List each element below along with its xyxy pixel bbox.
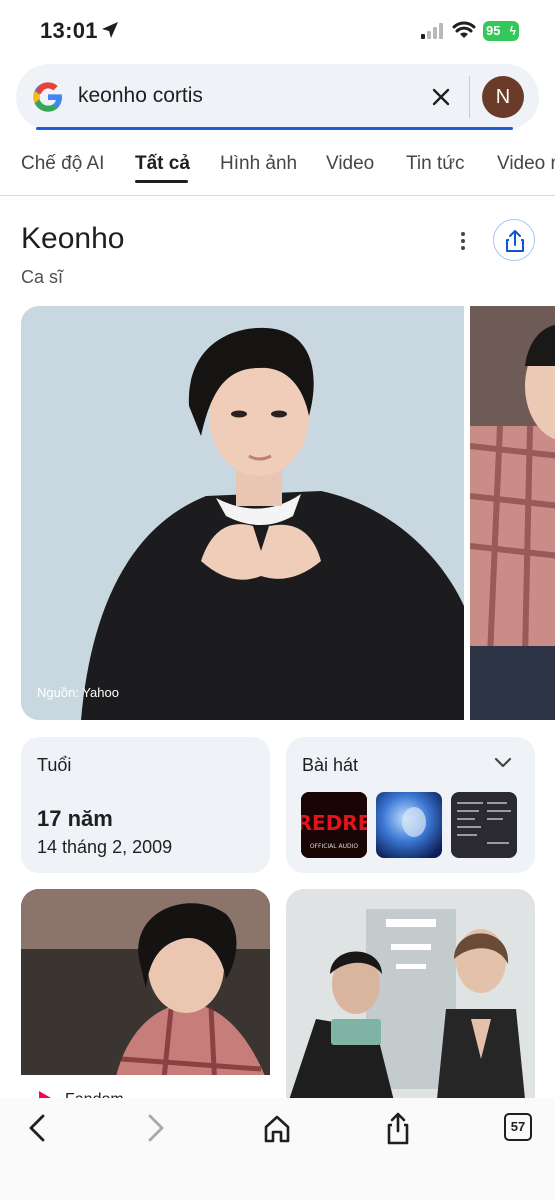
search-focus-underline [36, 127, 513, 130]
tab-video[interactable]: Video [326, 153, 374, 175]
song-cover-redred: REDRE OFFICIAL AUDIO [301, 792, 367, 858]
back-icon[interactable] [15, 1110, 59, 1146]
age-label: Tuổi [37, 755, 72, 775]
active-tab-indicator [135, 180, 188, 183]
chevron-down-icon[interactable] [493, 755, 513, 769]
charging-bolt-icon: ϟ [509, 24, 516, 38]
search-tabs: Chế độ AI Tất cả Hình ảnh Video Tin tức … [0, 146, 555, 196]
share-icon [506, 230, 524, 252]
cover-subtitle: OFFICIAL AUDIO [310, 843, 359, 850]
song-thumbnail[interactable] [451, 792, 517, 858]
song-thumbnail[interactable] [376, 792, 442, 858]
birth-date: 14 tháng 2, 2009 [37, 837, 173, 857]
tab-news[interactable]: Tin tức [406, 153, 464, 175]
more-options-icon[interactable] [452, 230, 474, 252]
browser-toolbar: 57 [0, 1098, 555, 1200]
search-divider [469, 76, 470, 118]
battery-level: 95 [486, 23, 501, 38]
clear-icon[interactable] [428, 84, 454, 110]
battery-indicator: 95 ϟ [483, 21, 519, 41]
entity-main-photo[interactable]: Nguồn: Yahoo [21, 306, 464, 720]
tab-images[interactable]: Hình ảnh [220, 153, 297, 175]
google-logo-icon [33, 82, 62, 112]
tab-all[interactable]: Tất cả [135, 153, 190, 175]
song-thumbnail[interactable]: REDRE OFFICIAL AUDIO [301, 792, 367, 858]
home-icon[interactable] [255, 1110, 299, 1146]
secondary-portrait-illustration [470, 306, 555, 720]
group-photo [286, 889, 535, 1109]
cellular-signal-icon [421, 23, 443, 39]
account-avatar[interactable]: N [482, 76, 524, 118]
status-time: 13:01 [40, 18, 98, 43]
tab-short-video[interactable]: Video n [497, 153, 555, 175]
image-source: Nguồn: Yahoo [37, 685, 119, 700]
forward-icon[interactable] [134, 1110, 178, 1146]
age-card[interactable]: Tuổi 17 năm 14 tháng 2, 2009 [21, 737, 270, 873]
share-page-icon[interactable] [376, 1110, 420, 1146]
songs-card[interactable]: Bài hát REDRE OFFICIAL AUDIO [286, 737, 535, 873]
song-cover-tracklist [451, 792, 517, 858]
fandom-result-card[interactable]: Fandom [21, 889, 270, 1109]
wifi-icon [452, 21, 476, 38]
cover-title: REDRE [301, 811, 367, 835]
search-input[interactable]: keonho cortis [78, 84, 203, 108]
entity-subtitle: Ca sĩ [21, 267, 64, 287]
location-arrow-icon [102, 22, 118, 38]
group-photo-card[interactable] [286, 889, 535, 1109]
song-cover-blue [376, 792, 442, 858]
songs-label: Bài hát [302, 755, 359, 775]
tab-ai-mode[interactable]: Chế độ AI [21, 153, 104, 175]
share-button[interactable] [493, 219, 535, 261]
status-bar: 13:01 95 ϟ [0, 0, 555, 62]
search-bar[interactable]: keonho cortis N [16, 64, 539, 130]
entity-title: Keonho [21, 222, 125, 255]
entity-secondary-photo[interactable] [470, 306, 555, 720]
tab-switcher-button[interactable]: 57 [504, 1113, 532, 1141]
portrait-illustration [21, 306, 464, 720]
age-value: 17 năm [37, 806, 113, 831]
